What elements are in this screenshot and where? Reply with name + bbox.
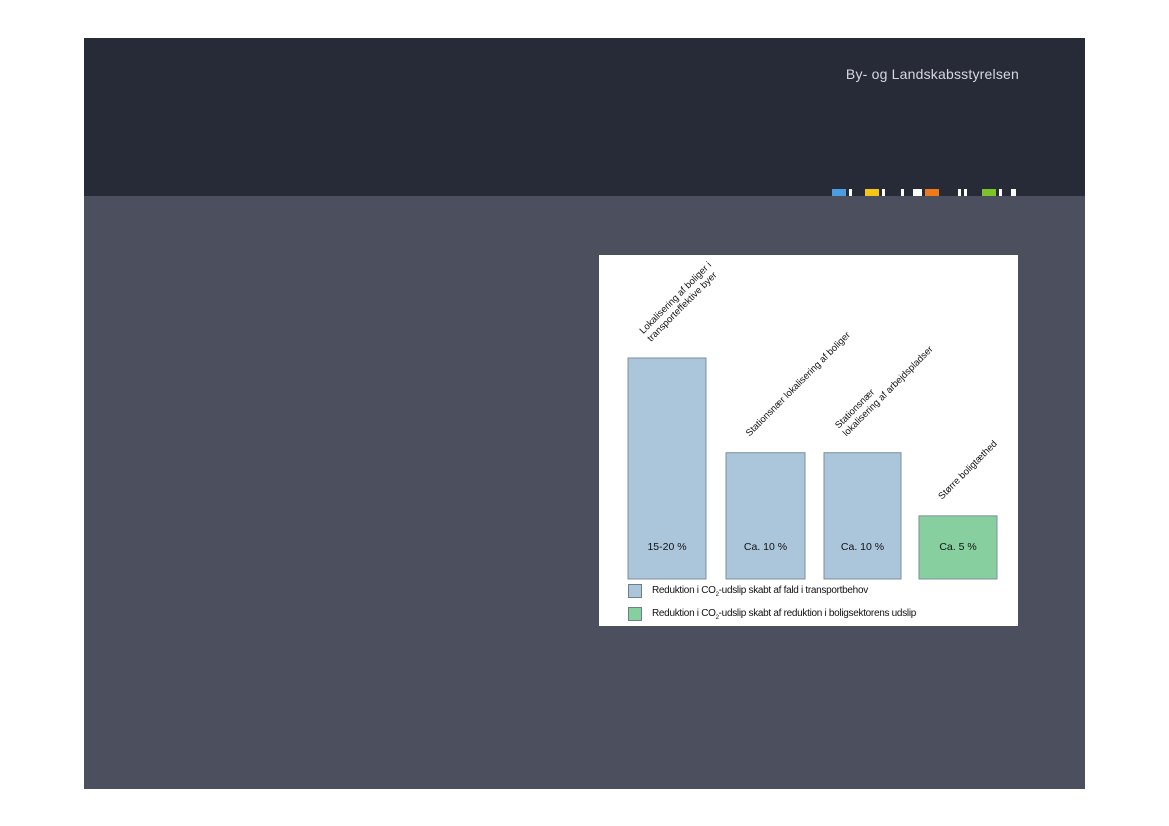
legend-swatch-transport	[628, 584, 642, 598]
chart-panel: 15-20 % Lokalisering af boliger itranspor…	[599, 255, 1018, 626]
legend-item-housing: Reduktion i CO2-udslip skabt af reduktio…	[628, 606, 916, 622]
category-label-line: transporteffektive byer	[645, 270, 719, 344]
bar-value-label-4: Ca. 5 %	[939, 541, 976, 553]
organization-name: By- og Landskabsstyrelsen	[845, 66, 1019, 82]
color-strip-segment	[901, 189, 904, 196]
color-strip-segment	[964, 189, 967, 196]
category-label-1: Lokalisering af boliger itransporteffekt…	[638, 260, 722, 344]
slide: By- og Landskabsstyrelsen 15-20 % Lokalis…	[84, 38, 1085, 789]
color-strip-segment	[865, 189, 879, 196]
bar-3	[823, 452, 902, 580]
bar-value-label-3: Ca. 10 %	[841, 541, 884, 553]
category-label-line: Lokalisering af boliger i	[638, 260, 714, 336]
legend-swatch-housing	[628, 607, 642, 621]
color-strip-segment	[982, 189, 996, 196]
color-strip-segment	[832, 189, 846, 196]
category-label-line: lokalisering af arbejdspladser	[841, 344, 936, 439]
legend-label-transport: Reduktion i CO2-udslip skabt af fald i t…	[652, 584, 868, 598]
color-strip-segment	[958, 189, 961, 196]
category-label-3: Stationsnærlokalisering af arbejdspladse…	[833, 336, 936, 439]
bar-chart: 15-20 % Lokalisering af boliger itranspor…	[627, 260, 1000, 580]
color-strip-segment	[925, 189, 939, 196]
category-label-line: Større boligtæthed	[936, 439, 999, 502]
color-strip-segment	[999, 189, 1002, 196]
color-strip-segment	[882, 189, 885, 196]
color-strip-segment	[1011, 189, 1016, 196]
color-strip-segment	[913, 189, 922, 196]
color-strip-segment	[849, 189, 852, 196]
bar-value-label-2: Ca. 10 %	[744, 541, 787, 553]
legend-label-housing: Reduktion i CO2-udslip skabt af reduktio…	[652, 607, 916, 621]
header-band: By- og Landskabsstyrelsen	[84, 38, 1085, 196]
bar-value-label-1: 15-20 %	[647, 541, 686, 553]
category-label-4: Større boligtæthed	[936, 439, 999, 502]
bar-2	[725, 452, 806, 580]
legend-item-transport: Reduktion i CO2-udslip skabt af fald i t…	[628, 583, 868, 599]
